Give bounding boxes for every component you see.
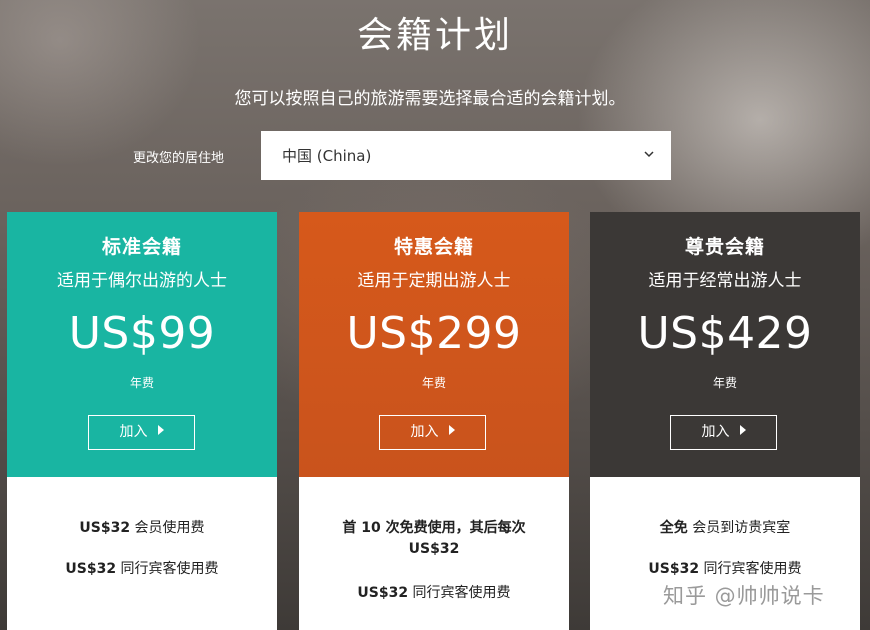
caret-right-icon (448, 425, 455, 435)
join-button[interactable]: 加入 (379, 415, 486, 450)
plan-header: 特惠会籍 适用于定期出游人士 US$299 年费 加入 (299, 212, 569, 477)
plan-header: 尊贵会籍 适用于经常出游人士 US$429 年费 加入 (590, 212, 860, 477)
join-button[interactable]: 加入 (670, 415, 777, 450)
plan-header: 标准会籍 适用于偶尔出游的人士 US$99 年费 加入 (7, 212, 277, 477)
feature-item: US$32 同行宾客使用费 (357, 585, 511, 601)
feature-item: US$32 (408, 541, 460, 557)
plan-period: 年费 (129, 376, 154, 390)
plan-card-preferred: 特惠会籍 适用于定期出游人士 US$299 年费 加入 首 10 次免费使用，其… (299, 212, 569, 630)
caret-right-icon (739, 425, 746, 435)
plan-tagline: 适用于偶尔出游的人士 (57, 271, 227, 291)
plan-name: 标准会籍 (101, 236, 182, 258)
plan-price: US$429 (637, 308, 813, 359)
feature-item: 全免 会员到访贵宾室 (659, 520, 791, 536)
plan-tagline: 适用于经常出游人士 (648, 271, 802, 291)
plan-name: 尊贵会籍 (684, 236, 765, 258)
plan-price: US$99 (68, 308, 216, 359)
plan-card-prestige: 尊贵会籍 适用于经常出游人士 US$429 年费 加入 全免 会员到访贵宾室 U… (590, 212, 860, 630)
plan-name: 特惠会籍 (393, 236, 474, 258)
plan-features: US$32 会员使用费 US$32 同行宾客使用费 (7, 477, 277, 630)
page-subtitle: 您可以按照自己的旅游需要选择最合适的会籍计划。 (234, 89, 626, 109)
feature-item: 首 10 次免费使用，其后每次 (342, 520, 526, 536)
plan-period: 年费 (712, 376, 737, 390)
plan-card-standard: 标准会籍 适用于偶尔出游的人士 US$99 年费 加入 US$32 会员使用费 … (7, 212, 277, 630)
join-button-label: 加入 (119, 424, 148, 440)
watermark: 知乎 @帅帅说卡 (663, 584, 825, 608)
join-button-label: 加入 (410, 424, 439, 440)
residence-select-value: 中国 (China) (282, 147, 372, 165)
chevron-down-icon (644, 151, 654, 158)
residence-select[interactable]: 中国 (China) (261, 131, 671, 180)
plan-features: 首 10 次免费使用，其后每次 US$32 US$32 同行宾客使用费 (299, 477, 569, 630)
page-title: 会籍计划 (356, 15, 513, 56)
caret-right-icon (157, 425, 164, 435)
residence-label: 更改您的居住地 (133, 151, 225, 166)
feature-item: US$32 同行宾客使用费 (648, 561, 802, 577)
join-button[interactable]: 加入 (88, 415, 195, 450)
plan-tagline: 适用于定期出游人士 (357, 271, 511, 291)
plan-price: US$299 (346, 308, 522, 359)
feature-item: US$32 同行宾客使用费 (65, 561, 219, 577)
join-button-label: 加入 (701, 424, 730, 440)
plan-period: 年费 (421, 376, 446, 390)
feature-item: US$32 会员使用费 (79, 520, 205, 536)
